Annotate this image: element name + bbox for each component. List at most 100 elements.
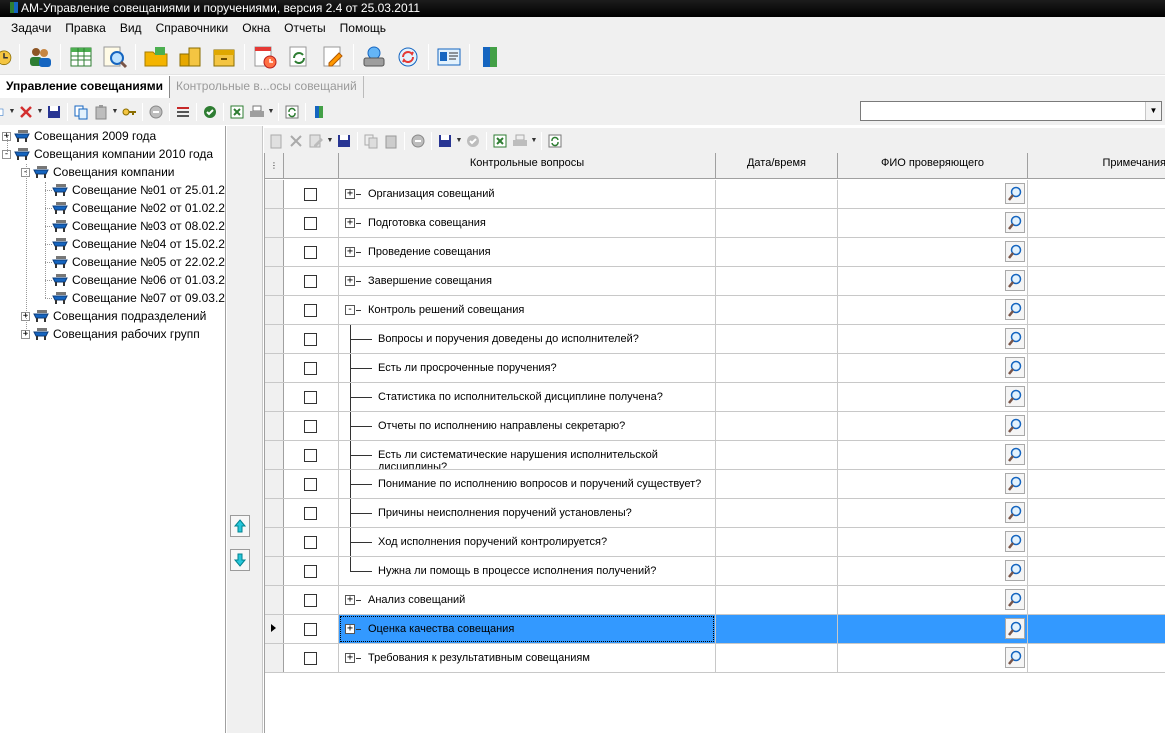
- notes-cell[interactable]: [1028, 499, 1165, 527]
- row-indicator[interactable]: [265, 296, 284, 324]
- export-excel-button[interactable]: [227, 102, 247, 122]
- dropdown-arrow-icon[interactable]: ▼: [111, 108, 119, 115]
- table-row[interactable]: Понимание по исполнению вопросов и поруч…: [265, 470, 1165, 499]
- save-button[interactable]: [44, 102, 64, 122]
- header-inspector[interactable]: ФИО проверяющего: [838, 153, 1028, 179]
- notes-cell[interactable]: [1028, 325, 1165, 353]
- datetime-cell[interactable]: [716, 470, 838, 498]
- datetime-cell[interactable]: [716, 586, 838, 614]
- inspector-cell[interactable]: [838, 557, 1028, 585]
- lookup-inspector-button[interactable]: [1005, 560, 1025, 581]
- row-indicator[interactable]: [265, 209, 284, 237]
- lookup-inspector-button[interactable]: [1005, 473, 1025, 494]
- notes-cell[interactable]: [1028, 383, 1165, 411]
- inspector-cell[interactable]: [838, 499, 1028, 527]
- lookup-inspector-button[interactable]: [1005, 415, 1025, 436]
- row-indicator[interactable]: [265, 412, 284, 440]
- row-indicator[interactable]: [265, 238, 284, 266]
- inspector-cell[interactable]: [838, 209, 1028, 237]
- table-row[interactable]: + Анализ совещаний: [265, 586, 1165, 615]
- notes-cell[interactable]: [1028, 557, 1165, 585]
- archive-button[interactable]: [209, 42, 239, 72]
- table-row[interactable]: Ход исполнения поручений контролируется?: [265, 528, 1165, 557]
- dropdown-arrow-icon[interactable]: ▼: [267, 108, 275, 115]
- header-notes[interactable]: Примечания: [1028, 153, 1165, 179]
- datetime-cell[interactable]: [716, 528, 838, 556]
- approve-button[interactable]: [200, 102, 220, 122]
- question-cell[interactable]: Вопросы и поручения доведены до исполнит…: [339, 325, 716, 353]
- tab-meeting-management[interactable]: Управление совещаниями: [0, 76, 170, 98]
- inspector-cell[interactable]: [838, 470, 1028, 498]
- question-cell[interactable]: + Анализ совещаний: [339, 586, 716, 614]
- lookup-inspector-button[interactable]: [1005, 444, 1025, 465]
- cancel-button[interactable]: [146, 102, 166, 122]
- chevron-down-icon[interactable]: ▼: [1145, 102, 1161, 120]
- datetime-cell[interactable]: [716, 354, 838, 382]
- table-row[interactable]: Есть ли просроченные поручения?: [265, 354, 1165, 383]
- new-button[interactable]: [0, 102, 8, 122]
- row-indicator[interactable]: [265, 528, 284, 556]
- row-checkbox[interactable]: [304, 333, 317, 346]
- dropdown-arrow-icon[interactable]: ▼: [36, 108, 44, 115]
- row-indicator[interactable]: [265, 615, 284, 643]
- tree-item-folder[interactable]: - Совещания компании 2010 года: [2, 145, 213, 163]
- paste-button[interactable]: [91, 102, 111, 122]
- inspector-cell[interactable]: [838, 441, 1028, 469]
- row-checkbox[interactable]: [304, 565, 317, 578]
- tree-item-folder[interactable]: + Совещания подразделений: [21, 307, 206, 325]
- question-cell[interactable]: - Контроль решений совещания: [339, 296, 716, 324]
- row-indicator[interactable]: [265, 441, 284, 469]
- inspector-cell[interactable]: [838, 267, 1028, 295]
- card-button[interactable]: [434, 42, 464, 72]
- expand-icon[interactable]: +: [345, 595, 355, 605]
- grid-delete-button[interactable]: [286, 131, 306, 151]
- table-button[interactable]: [66, 42, 96, 72]
- table-row[interactable]: Вопросы и поручения доведены до исполнит…: [265, 325, 1165, 354]
- expand-icon[interactable]: +: [345, 624, 355, 634]
- menu-edit[interactable]: Правка: [58, 17, 113, 39]
- table-row[interactable]: - Контроль решений совещания: [265, 296, 1165, 325]
- edit-doc-button[interactable]: [318, 42, 348, 72]
- inspector-cell[interactable]: [838, 528, 1028, 556]
- table-row[interactable]: + Проведение совещания: [265, 238, 1165, 267]
- notes-cell[interactable]: [1028, 412, 1165, 440]
- tree-item-meeting[interactable]: Совещание №04 от 15.02.20: [52, 235, 225, 253]
- table-row[interactable]: + Завершение совещания: [265, 267, 1165, 296]
- row-checkbox[interactable]: [304, 304, 317, 317]
- question-cell[interactable]: Есть ли систематические нарушения исполн…: [339, 441, 716, 469]
- lookup-inspector-button[interactable]: [1005, 502, 1025, 523]
- expand-icon[interactable]: +: [345, 247, 355, 257]
- row-indicator[interactable]: [265, 180, 284, 208]
- datetime-cell[interactable]: [716, 412, 838, 440]
- dropdown-arrow-icon[interactable]: ▼: [455, 137, 463, 144]
- lookup-inspector-button[interactable]: [1005, 328, 1025, 349]
- expand-icon[interactable]: +: [345, 189, 355, 199]
- datetime-cell[interactable]: [716, 383, 838, 411]
- row-checkbox[interactable]: [304, 536, 317, 549]
- question-cell[interactable]: + Организация совещаний: [339, 180, 716, 208]
- notes-cell[interactable]: [1028, 615, 1165, 643]
- question-cell[interactable]: + Оценка качества совещания: [339, 615, 716, 643]
- row-checkbox[interactable]: [304, 623, 317, 636]
- grid-refresh-button[interactable]: [545, 131, 565, 151]
- folder-button[interactable]: [141, 42, 171, 72]
- question-cell[interactable]: Нужна ли помощь в процессе исполнения по…: [339, 557, 716, 585]
- question-cell[interactable]: Статистика по исполнительской дисциплине…: [339, 383, 716, 411]
- notes-cell[interactable]: [1028, 209, 1165, 237]
- grid-export-button[interactable]: [490, 131, 510, 151]
- table-row[interactable]: + Подготовка совещания: [265, 209, 1165, 238]
- tree-item-folder[interactable]: + Совещания 2009 года: [2, 127, 156, 145]
- datetime-cell[interactable]: [716, 615, 838, 643]
- row-indicator[interactable]: [265, 325, 284, 353]
- row-checkbox[interactable]: [304, 246, 317, 259]
- notes-cell[interactable]: [1028, 586, 1165, 614]
- datetime-cell[interactable]: [716, 325, 838, 353]
- tree-item-meeting[interactable]: Совещание №06 от 01.03.20: [52, 271, 225, 289]
- datetime-cell[interactable]: [716, 209, 838, 237]
- row-checkbox[interactable]: [304, 478, 317, 491]
- lookup-inspector-button[interactable]: [1005, 212, 1025, 233]
- datetime-cell[interactable]: [716, 557, 838, 585]
- question-cell[interactable]: + Подготовка совещания: [339, 209, 716, 237]
- table-row[interactable]: + Требования к результативным совещаниям: [265, 644, 1165, 673]
- question-cell[interactable]: Ход исполнения поручений контролируется?: [339, 528, 716, 556]
